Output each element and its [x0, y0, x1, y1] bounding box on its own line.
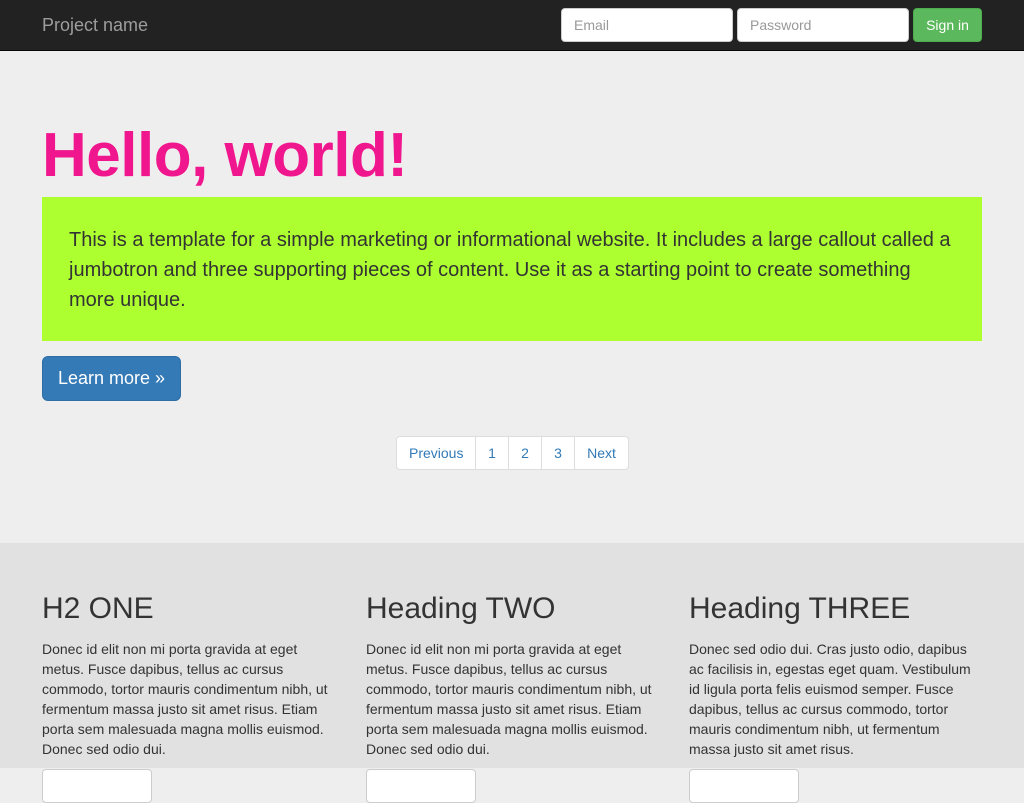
learn-more-button[interactable]: Learn more » [42, 356, 181, 401]
column-heading: Heading THREE [689, 592, 911, 625]
brand-link[interactable]: Project name [42, 14, 148, 36]
pagination-next[interactable]: Next [574, 436, 629, 470]
column-body: Donec id elit non mi porta gravida at eg… [366, 641, 652, 757]
column-three: Heading THREE Donec sed odio dui. Cras j… [689, 591, 984, 803]
view-details-button[interactable] [366, 769, 476, 803]
callout-text: This is a template for a simple marketin… [69, 229, 951, 311]
content-section: H2 ONE Donec id elit non mi porta gravid… [0, 543, 1024, 803]
column-body: Donec sed odio dui. Cras justo odio, dap… [689, 641, 971, 757]
password-field[interactable] [737, 8, 909, 42]
column-two: Heading TWO Donec id elit non mi porta g… [366, 591, 666, 803]
pagination-page-3[interactable]: 3 [541, 436, 575, 470]
pagination-previous[interactable]: Previous [396, 436, 476, 470]
sign-in-button[interactable]: Sign in [913, 8, 982, 42]
column-one: H2 ONE Donec id elit non mi porta gravid… [42, 591, 342, 803]
view-details-button[interactable] [42, 769, 152, 803]
pagination: Previous 1 2 3 Next [396, 436, 629, 470]
email-field[interactable] [561, 8, 733, 42]
column-body: Donec id elit non mi porta gravida at eg… [42, 641, 328, 757]
jumbotron: Hello, world! This is a template for a s… [0, 51, 1024, 543]
hero-title: Hello, world! [42, 121, 408, 190]
pagination-page-1[interactable]: 1 [475, 436, 509, 470]
callout-box: This is a template for a simple marketin… [42, 197, 982, 341]
column-heading: H2 ONE [42, 592, 154, 625]
navbar: Project name Sign in [0, 0, 1024, 51]
pagination-page-2[interactable]: 2 [508, 436, 542, 470]
view-details-button[interactable] [689, 769, 799, 803]
column-heading: Heading TWO [366, 592, 556, 625]
